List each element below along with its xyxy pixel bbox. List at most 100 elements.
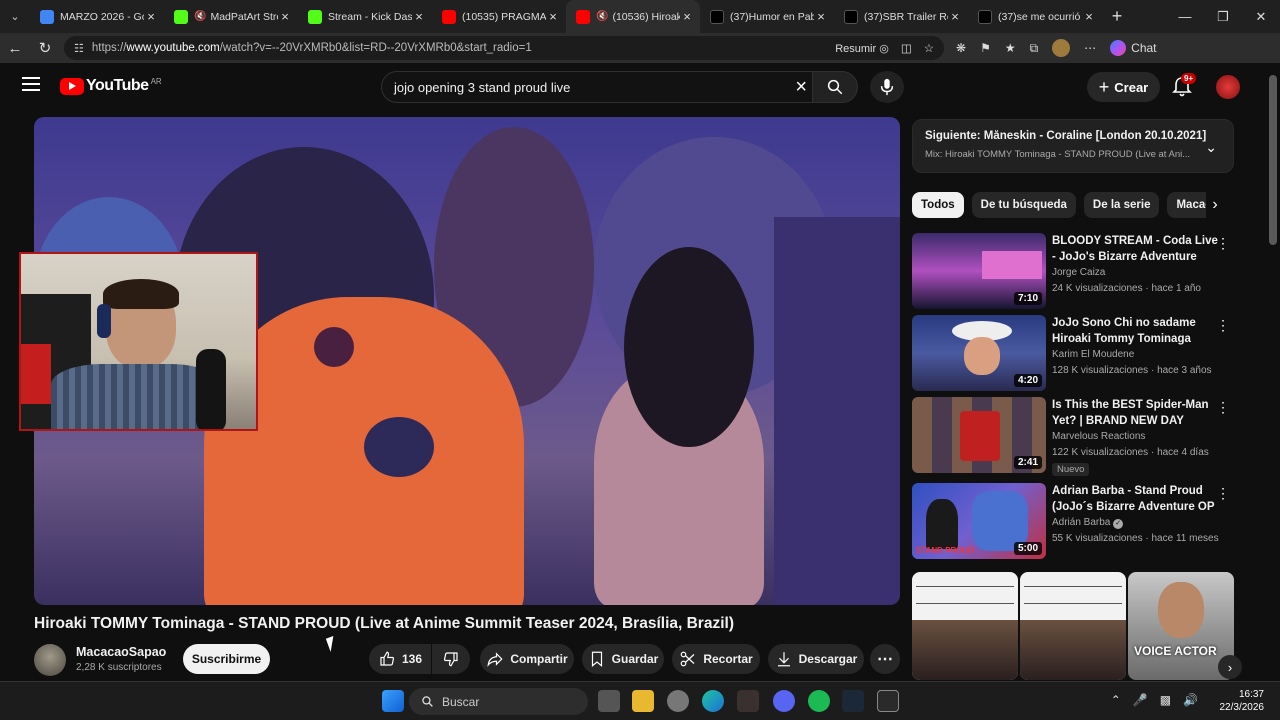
scrollbar-thumb[interactable] — [1269, 75, 1277, 245]
collections-icon[interactable]: ⧉ — [1030, 41, 1039, 56]
close-icon[interactable]: × — [948, 9, 962, 24]
tab-list-chevron-icon[interactable]: ⌄ — [0, 0, 30, 33]
profile-avatar[interactable] — [1052, 39, 1071, 57]
muted-icon[interactable]: 🔇 — [194, 11, 206, 22]
tab-title: MadPatArt Strea — [210, 10, 278, 23]
more-actions-button[interactable]: ⋯ — [870, 644, 900, 674]
close-icon[interactable]: × — [144, 9, 158, 24]
short-thumbnail[interactable] — [1020, 572, 1126, 680]
more-vertical-icon[interactable]: ⋮ — [1216, 235, 1230, 252]
close-window-icon[interactable]: ✕ — [1242, 0, 1280, 33]
channel-avatar[interactable] — [34, 644, 66, 676]
copilot-chat-button[interactable]: Chat — [1110, 40, 1157, 56]
browser-tab-5[interactable]: 🔇 (10536) Hiroaki × — [566, 0, 700, 33]
subscribe-button[interactable]: Suscribirme — [183, 644, 270, 674]
dislike-button[interactable] — [432, 644, 470, 674]
shorts-next-arrow-icon[interactable]: › — [1218, 655, 1242, 679]
clock[interactable]: 16:37 22/3/2026 — [1220, 688, 1265, 714]
split-screen-icon[interactable]: ◫ — [901, 41, 912, 55]
extensions-icon[interactable]: ❋ — [956, 41, 966, 55]
epic-games-icon[interactable] — [877, 690, 899, 712]
browser-tab-2[interactable]: 🔇 MadPatArt Strea× — [164, 0, 298, 33]
address-bar-row: ← ↻ ☷ https://www.youtube.com/watch?v=--… — [0, 33, 1280, 63]
browser-tab-1[interactable]: MARZO 2026 - Goog× — [30, 0, 164, 33]
spotify-icon[interactable] — [808, 690, 830, 712]
download-button[interactable]: Descargar — [768, 644, 864, 674]
minimize-icon[interactable]: — — [1166, 0, 1204, 33]
short-caption: VOICE ACTOR — [1134, 644, 1217, 658]
search-button[interactable] — [812, 71, 858, 103]
steam-icon[interactable] — [842, 690, 864, 712]
search-input[interactable]: jojo opening 3 stand proud live × — [381, 71, 818, 103]
browser-tab-3[interactable]: Stream - Kick Dashb× — [298, 0, 432, 33]
browser-tab-7[interactable]: (37)SBR Trailer Relea× — [834, 0, 968, 33]
close-icon[interactable]: × — [412, 9, 426, 24]
chevron-down-icon[interactable]: ⌄ — [1205, 139, 1217, 156]
chip-de-tu-busqueda[interactable]: De tu búsqueda — [971, 192, 1076, 218]
close-icon[interactable]: × — [814, 9, 828, 24]
muted-icon[interactable]: 🔇 — [596, 11, 608, 22]
microphone-icon[interactable]: 🎤 — [1133, 693, 1148, 707]
chevron-right-icon[interactable]: › — [1206, 192, 1224, 218]
channel-name[interactable]: MacacaoSapao — [76, 645, 166, 659]
chip-de-la-serie[interactable]: De la serie — [1083, 192, 1160, 218]
network-icon[interactable]: ▩ — [1160, 693, 1171, 707]
short-thumbnail[interactable] — [912, 572, 1018, 680]
back-icon[interactable]: ← — [0, 40, 30, 57]
new-tab-icon[interactable]: + — [1102, 6, 1132, 27]
more-vertical-icon[interactable]: ⋮ — [1216, 317, 1230, 334]
voice-search-button[interactable] — [870, 71, 904, 103]
save-button[interactable]: Guardar — [582, 644, 664, 674]
resumir-button[interactable]: Resumir ◎ — [835, 42, 889, 55]
like-button[interactable]: 136 — [369, 644, 431, 674]
browser-tab-8[interactable]: (37)se me ocurrió de× — [968, 0, 1102, 33]
recommendation-item[interactable]: 2:41 Is This the BEST Spider-Man Yet? | … — [912, 397, 1234, 476]
recommendation-meta: 122 K visualizaciones · hace 4 días — [1052, 447, 1209, 458]
favorite-star-icon[interactable]: ☆ — [924, 41, 934, 55]
url-input[interactable]: ☷ https://www.youtube.com/watch?v=--20Vr… — [64, 36, 944, 60]
task-view-icon[interactable] — [598, 690, 620, 712]
menu-icon[interactable] — [22, 77, 40, 95]
video-thumbnail[interactable]: 2:41 — [912, 397, 1046, 473]
more-vertical-icon[interactable]: ⋮ — [1216, 399, 1230, 416]
youtube-logo[interactable]: YouTube AR — [60, 77, 162, 95]
clear-search-icon[interactable]: × — [795, 76, 807, 99]
video-thumbnail[interactable]: 7:10 — [912, 233, 1046, 309]
chip-todos[interactable]: Todos — [912, 192, 964, 218]
favorites-icon[interactable]: ★ — [1005, 41, 1016, 55]
page-scrollbar[interactable] — [1266, 63, 1280, 680]
performance-icon[interactable]: ⚑ — [980, 41, 991, 55]
video-thumbnail[interactable]: 4:20 — [912, 315, 1046, 391]
taskbar-search[interactable]: Buscar — [409, 688, 588, 715]
chrome-icon[interactable] — [667, 690, 689, 712]
browser-tab-6[interactable]: (37)Humor en Pabell× — [700, 0, 834, 33]
browser-tab-4[interactable]: (10535) PRAGMATA× — [432, 0, 566, 33]
game-app-icon[interactable] — [737, 690, 759, 712]
video-thumbnail[interactable]: STAND PROUD 5:00 — [912, 483, 1046, 559]
recommendation-item[interactable]: STAND PROUD 5:00 Adrian Barba - Stand Pr… — [912, 483, 1234, 559]
close-icon[interactable]: × — [546, 9, 560, 24]
recommendation-item[interactable]: 7:10 BLOODY STREAM - Coda Live - JoJo's … — [912, 233, 1234, 309]
reload-icon[interactable]: ↻ — [30, 39, 60, 57]
crowd-hair — [624, 247, 754, 447]
volume-icon[interactable]: 🔊 — [1183, 693, 1198, 707]
windows-start-icon[interactable] — [382, 690, 404, 712]
file-explorer-icon[interactable] — [632, 690, 654, 712]
create-button[interactable]: + Crear — [1087, 72, 1160, 102]
close-icon[interactable]: × — [680, 9, 694, 24]
close-icon[interactable]: × — [278, 9, 292, 24]
restore-icon[interactable]: ❐ — [1204, 0, 1242, 33]
close-icon[interactable]: × — [1082, 9, 1096, 24]
more-options-icon[interactable]: ⋯ — [1084, 41, 1096, 55]
playlist-next-card[interactable]: Siguiente: Måneskin - Coraline [London 2… — [912, 119, 1234, 173]
clip-button[interactable]: Recortar — [672, 644, 760, 674]
chevron-up-icon[interactable]: ⌃ — [1111, 693, 1121, 707]
discord-icon[interactable] — [773, 690, 795, 712]
more-vertical-icon[interactable]: ⋮ — [1216, 485, 1230, 502]
site-info-icon[interactable]: ☷ — [74, 42, 84, 55]
edge-icon[interactable] — [702, 690, 724, 712]
account-avatar[interactable] — [1216, 75, 1240, 99]
recommendation-item[interactable]: 4:20 JoJo Sono Chi no sadame Hiroaki Tom… — [912, 315, 1234, 391]
thumbs-up-icon — [380, 651, 395, 666]
share-button[interactable]: Compartir — [480, 644, 574, 674]
